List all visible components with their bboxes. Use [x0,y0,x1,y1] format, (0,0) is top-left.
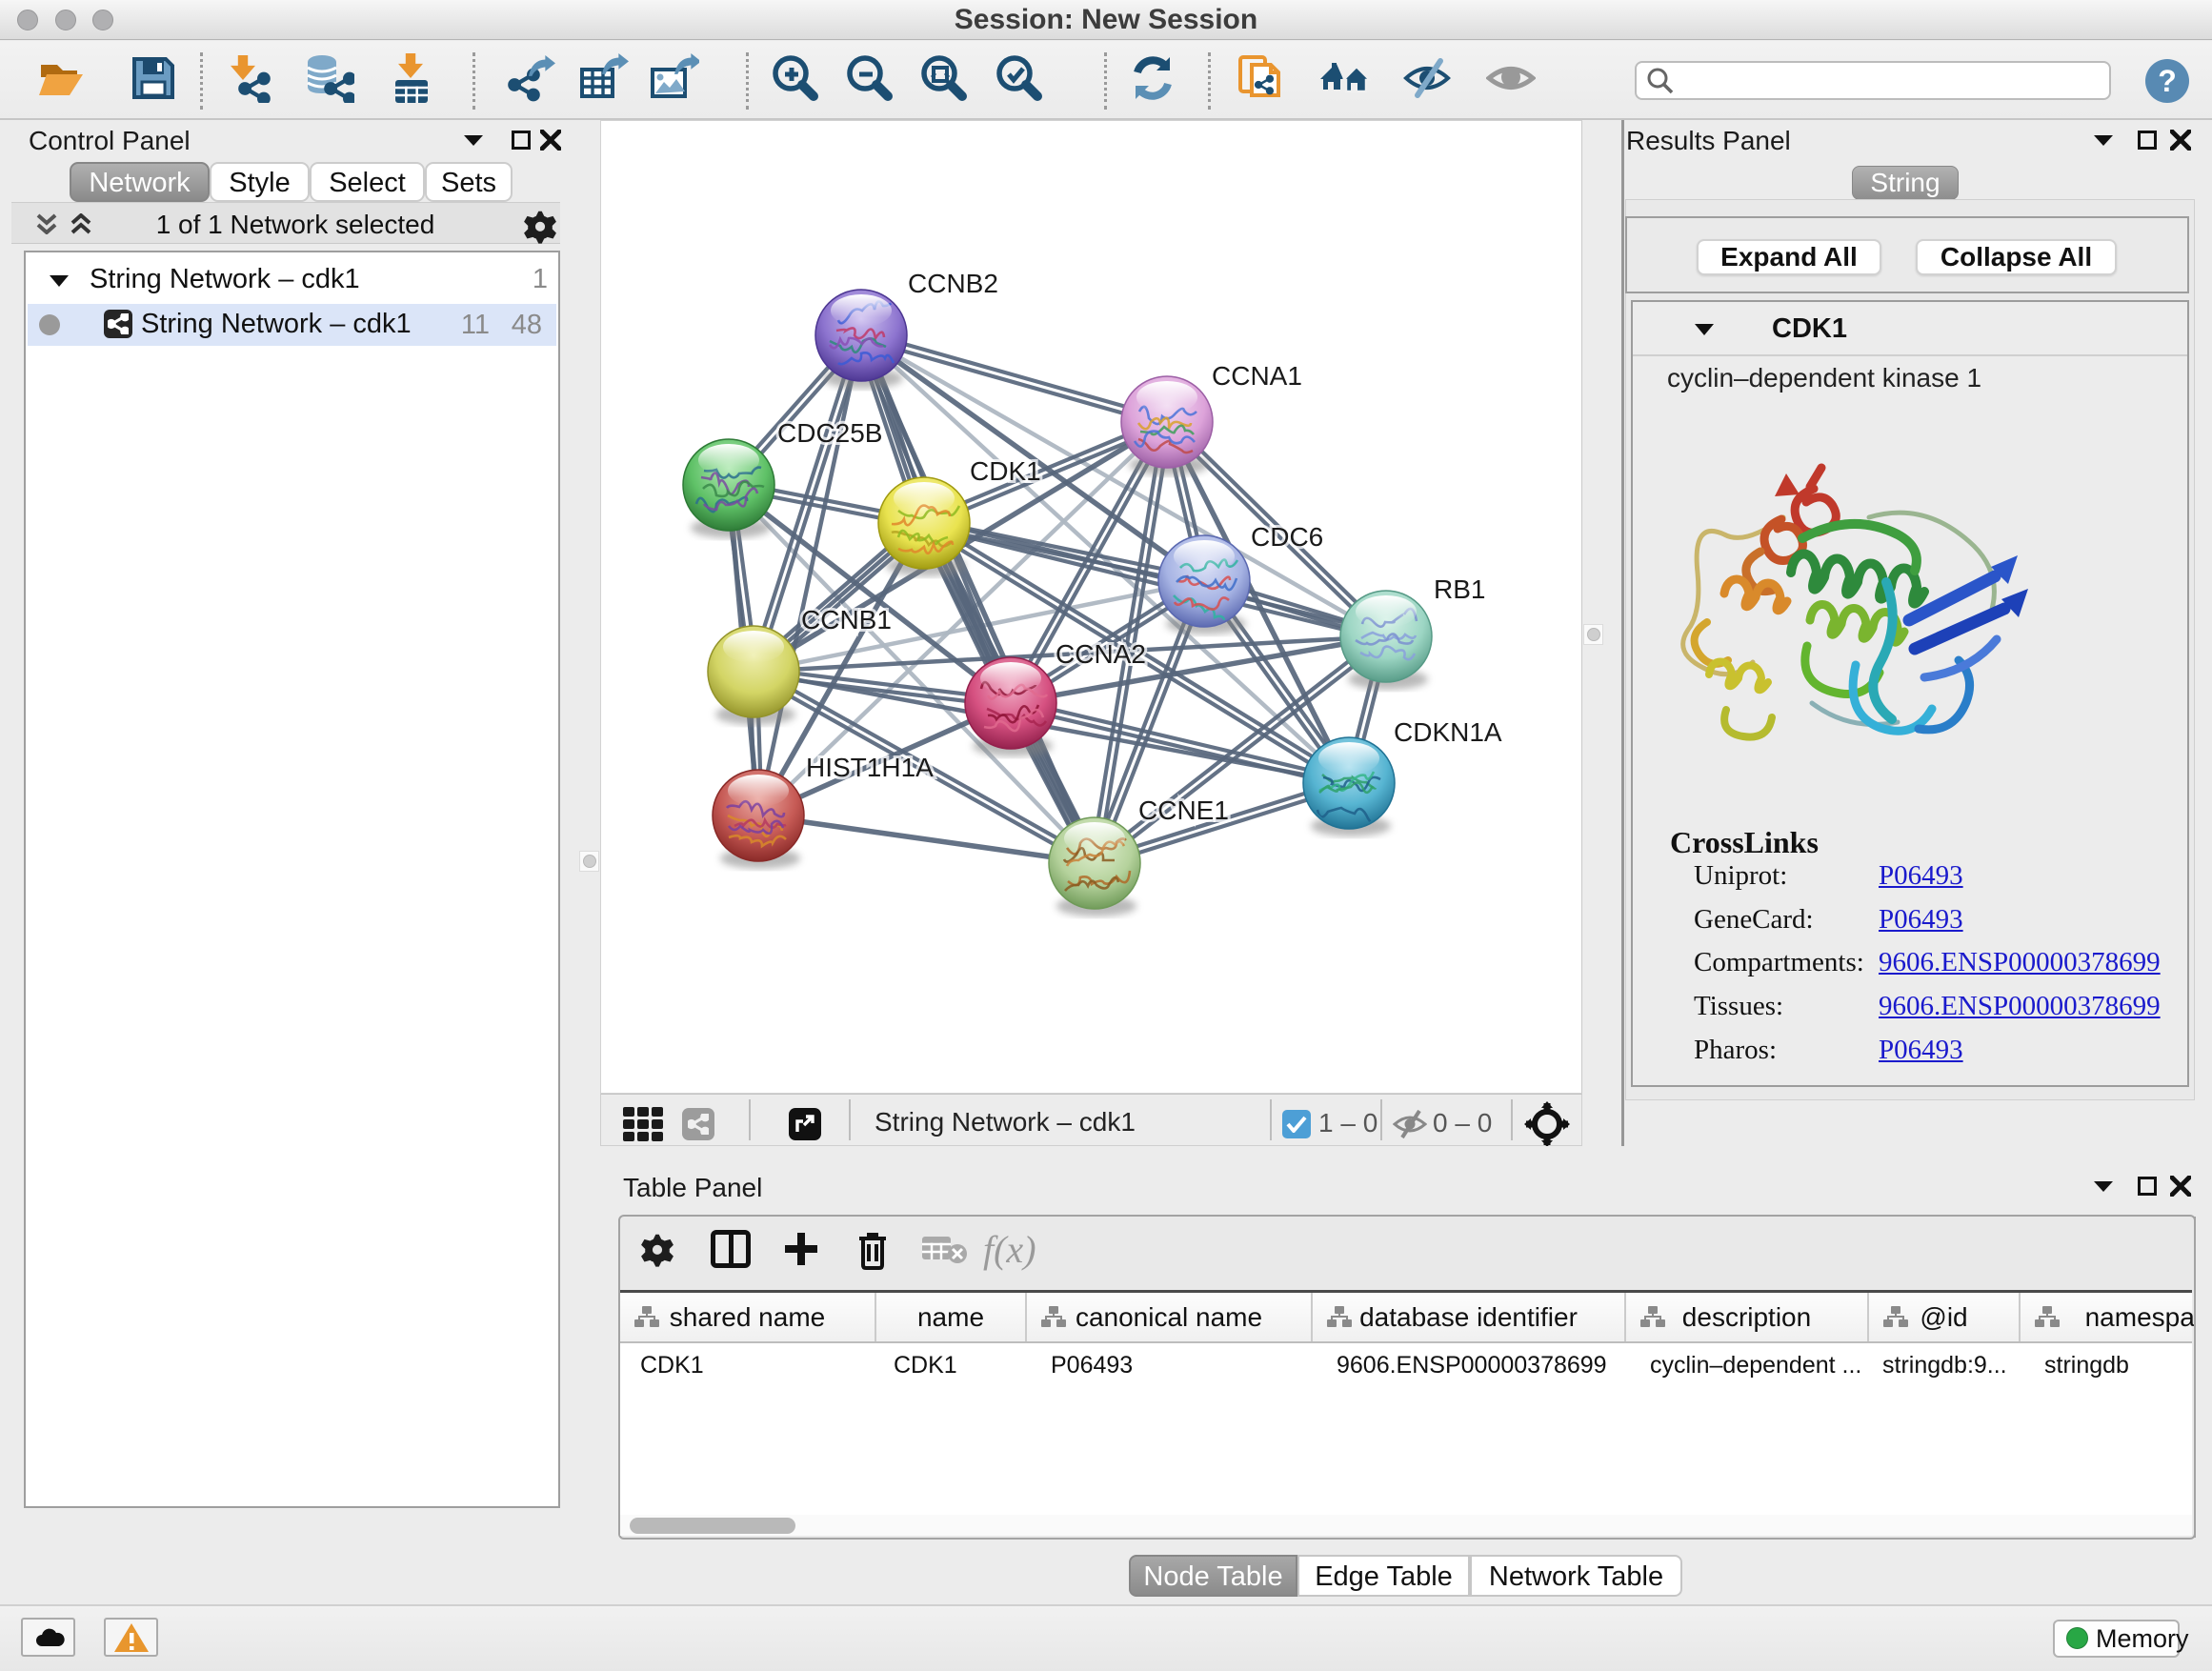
svg-text:CDC6: CDC6 [1251,522,1323,552]
svg-text:RB1: RB1 [1434,574,1485,604]
svg-text:CDC25B: CDC25B [777,418,882,448]
svg-text:CCNE1: CCNE1 [1138,795,1229,825]
svg-text:CDKN1A: CDKN1A [1394,717,1502,747]
svg-text:CCNA1: CCNA1 [1212,361,1302,391]
svg-text:CCNB2: CCNB2 [908,269,998,298]
svg-text:HIST1H1A: HIST1H1A [806,753,934,782]
svg-text:CDK1: CDK1 [970,456,1041,486]
svg-text:CCNB1: CCNB1 [801,605,892,634]
svg-text:CCNA2: CCNA2 [1056,639,1146,669]
